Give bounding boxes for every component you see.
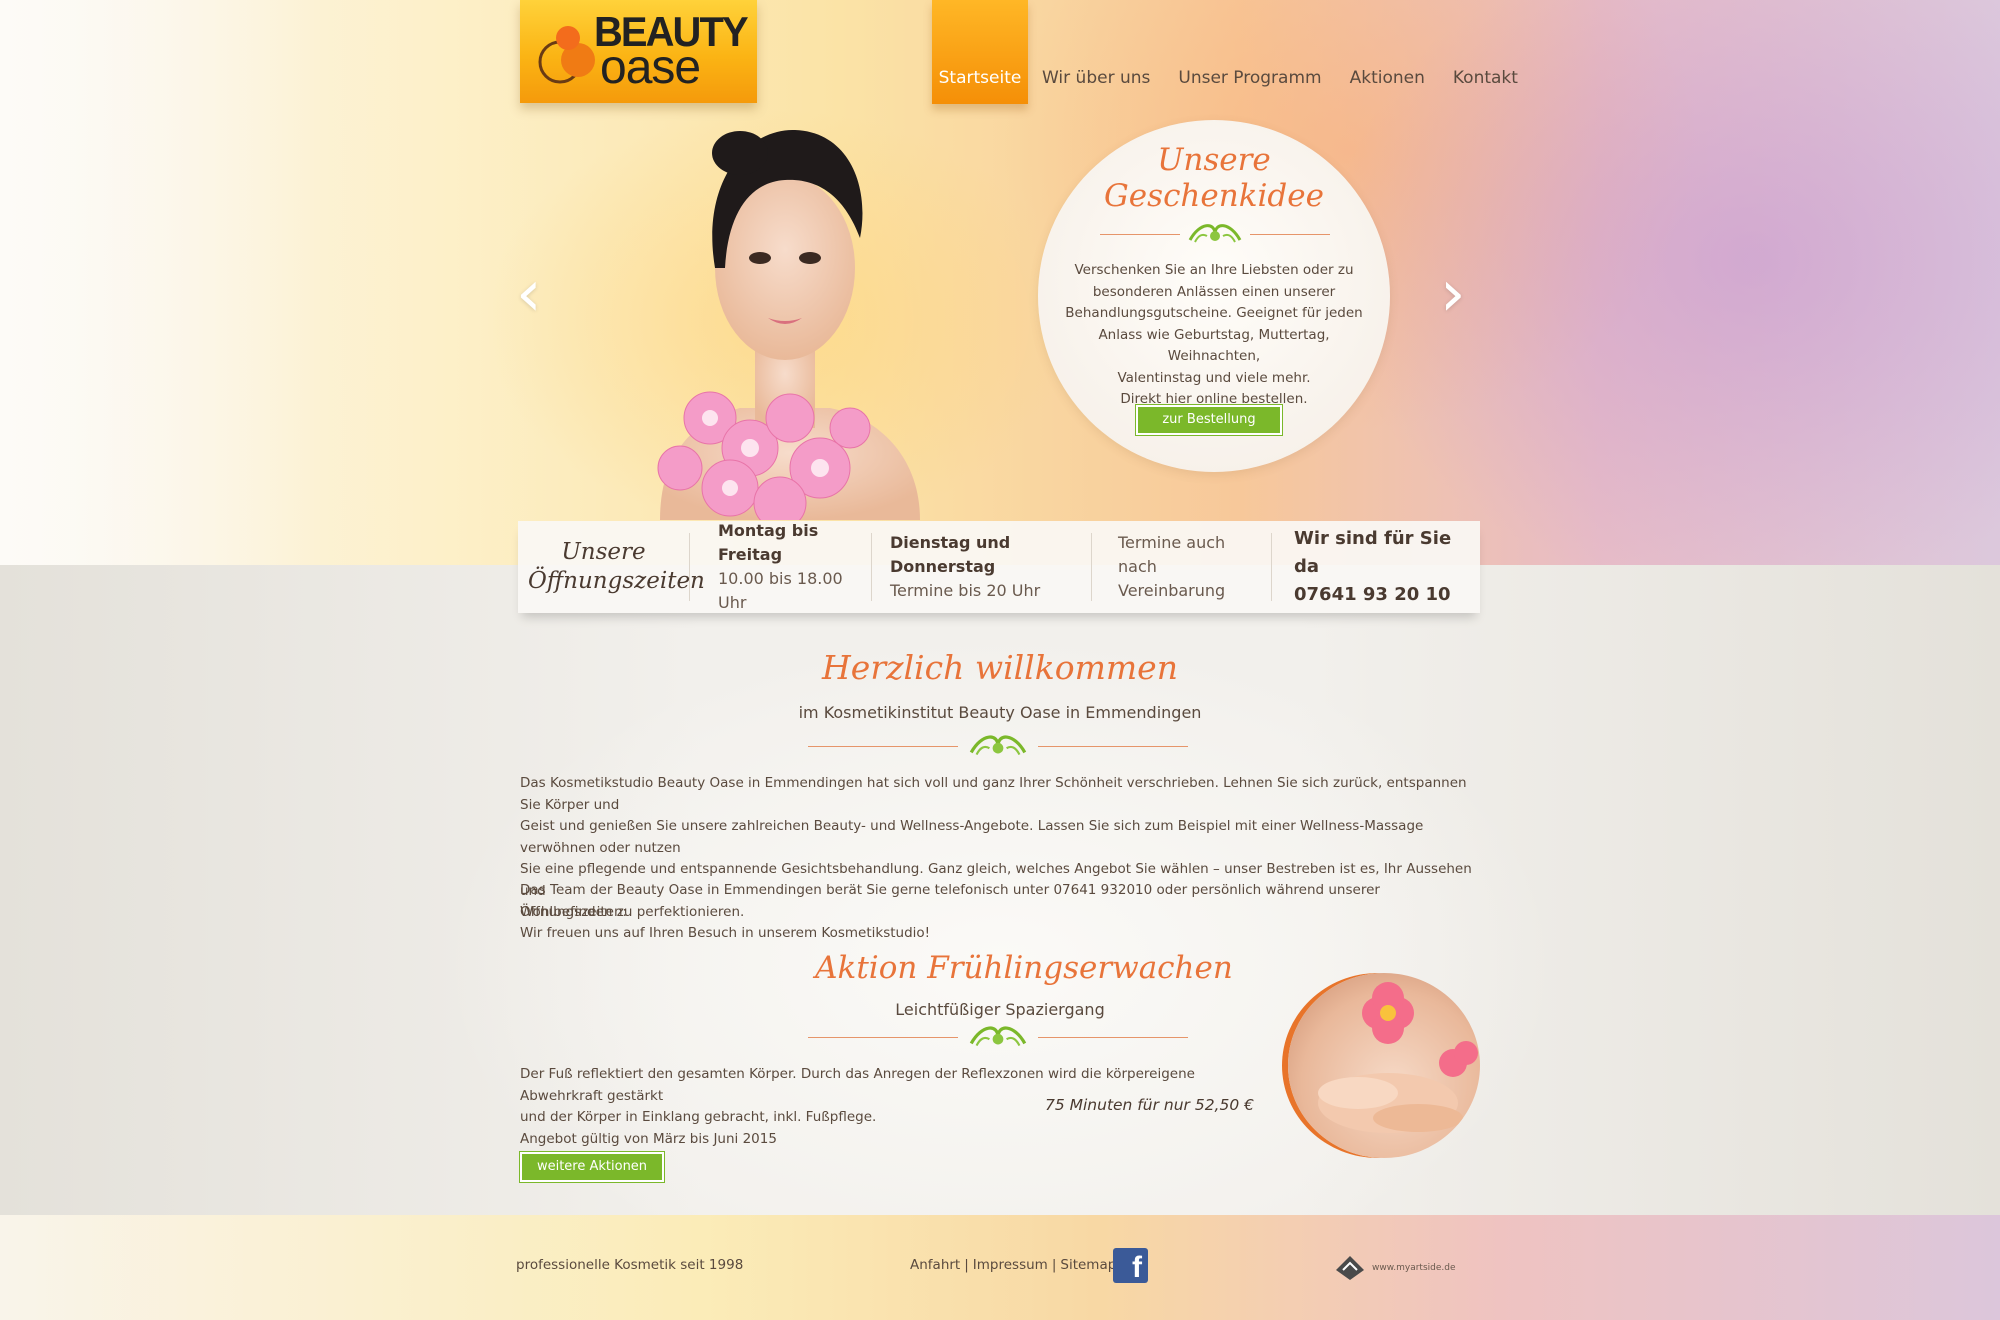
ornament-divider [800, 731, 1195, 761]
promotion-subheading: Leichtfüßiger Spaziergang [895, 1000, 1105, 1019]
welcome-subheading: im Kosmetikinstitut Beauty Oase in Emmen… [798, 703, 1202, 722]
slider-next-arrow-icon[interactable]: › [1440, 262, 1466, 326]
leaf-ornament-icon [1188, 224, 1242, 243]
gift-text-line: Anlass wie Geburtstag, Muttertag, Weihna… [1098, 326, 1330, 365]
footer-separator: | [1051, 1257, 1057, 1273]
leaf-ornament-icon [969, 1026, 1026, 1047]
paragraph-line: Wir freuen uns auf Ihren Besuch in unser… [520, 925, 931, 941]
nav-kontakt[interactable]: Kontakt [1439, 0, 1532, 104]
artside-logo-icon [1336, 1256, 1364, 1280]
hours-appointment: Termine auch nach Vereinbarung [1092, 533, 1272, 601]
main-navigation: Startseite Wir über uns Unser Programm A… [932, 0, 1532, 104]
beauty-oase-logo[interactable]: BEAUTY oase [520, 0, 757, 103]
footer-link-sitemap[interactable]: Sitemap [1060, 1257, 1116, 1273]
gift-title-line1: Unsere [1157, 142, 1271, 178]
footer-tagline: professionelle Kosmetik seit 1998 [516, 1257, 744, 1273]
paragraph-line: Das Team der Beauty Oase in Emmendingen … [520, 882, 1380, 920]
nav-unser-programm[interactable]: Unser Programm [1164, 0, 1335, 104]
paragraph-line: Geist und genießen Sie unsere zahlreiche… [520, 818, 1424, 856]
hours-contact: Wir sind für Sie da 07641 93 20 10 [1272, 528, 1480, 605]
hours-title-line1: Unsere [561, 539, 646, 565]
hours-title-line2: Öffnungszeiten [528, 568, 705, 594]
paragraph-line: Das Kosmetikstudio Beauty Oase in Emmend… [520, 775, 1467, 813]
nav-startseite[interactable]: Startseite [932, 0, 1028, 104]
contact-phone[interactable]: 07641 93 20 10 [1294, 581, 1460, 609]
artside-credit[interactable]: www.myartside.de [1334, 1254, 1456, 1282]
weekdays-label: Montag bis Freitag [718, 521, 819, 564]
appointment-line1: Termine auch [1118, 533, 1226, 552]
artside-url: www.myartside.de [1372, 1263, 1456, 1273]
opening-hours-bar: Unsere Öffnungszeiten Montag bis Freitag… [518, 521, 1480, 613]
gift-text-line: Valentinstag und viele mehr. [1117, 369, 1311, 386]
foot-massage-image [1288, 973, 1480, 1158]
tue-thu-time: Termine bis 20 Uhr [890, 581, 1041, 600]
gift-text-line: Behandlungsgutscheine. Geeignet für jede… [1065, 305, 1363, 321]
gift-idea-text: Verschenken Sie an Ihre Liebsten oder zu… [1056, 260, 1372, 411]
hero-woman-with-orchids-image [657, 129, 920, 520]
gift-text-line: Verschenken Sie an Ihre Liebsten oder zu [1074, 262, 1354, 278]
footer-links: Anfahrt | Impressum | Sitemap [910, 1257, 1116, 1273]
gift-idea-panel: Unsere Geschenkidee Verschenken Sie an I… [1038, 120, 1390, 472]
gift-title-line2: Geschenkidee [1104, 178, 1324, 214]
hours-tue-thu: Dienstag und Donnerstag Termine bis 20 U… [872, 533, 1092, 601]
contact-label: Wir sind für Sie da [1294, 528, 1452, 577]
slider-prev-arrow-icon[interactable]: ‹ [516, 262, 542, 326]
gift-idea-title: Unsere Geschenkidee [1038, 142, 1390, 214]
order-button[interactable]: zur Bestellung [1135, 404, 1283, 436]
nav-aktionen[interactable]: Aktionen [1336, 0, 1439, 104]
promotion-heading: Aktion Frühlingserwachen [815, 950, 1233, 986]
foot-massage-illustration [1318, 982, 1478, 1133]
ornament-divider [1090, 220, 1340, 248]
hero-fade [0, 0, 320, 565]
facebook-icon[interactable]: f [1113, 1248, 1148, 1284]
more-promotions-button[interactable]: weitere Aktionen [519, 1151, 665, 1183]
ornament-divider [800, 1022, 1195, 1052]
promotion-text-line: Angebot gültig von März bis Juni 2015 [520, 1130, 777, 1147]
footer-link-anfahrt[interactable]: Anfahrt [910, 1257, 960, 1273]
hours-weekdays: Montag bis Freitag 10.00 bis 18.00 Uhr [690, 521, 872, 612]
contact-paragraph: Das Team der Beauty Oase in Emmendingen … [520, 880, 1480, 945]
nav-wir-ueber-uns[interactable]: Wir über uns [1028, 0, 1164, 104]
tue-thu-label: Dienstag und Donnerstag [890, 533, 1011, 576]
opening-hours-title: Unsere Öffnungszeiten [518, 533, 705, 601]
promotion-price: 75 Minuten für nur 52,50 € [1044, 1096, 1254, 1114]
footer-link-impressum[interactable]: Impressum [973, 1257, 1048, 1273]
welcome-heading: Herzlich willkommen [822, 648, 1178, 687]
appointment-line2: nach Vereinbarung [1118, 557, 1226, 600]
weekdays-time: 10.00 bis 18.00 Uhr [718, 569, 843, 612]
leaf-ornament-icon [969, 735, 1026, 756]
logo-word-oase: oase [600, 41, 701, 94]
gift-text-line: besonderen Anlässen einen unserer [1092, 283, 1336, 300]
footer-separator: | [964, 1257, 969, 1273]
